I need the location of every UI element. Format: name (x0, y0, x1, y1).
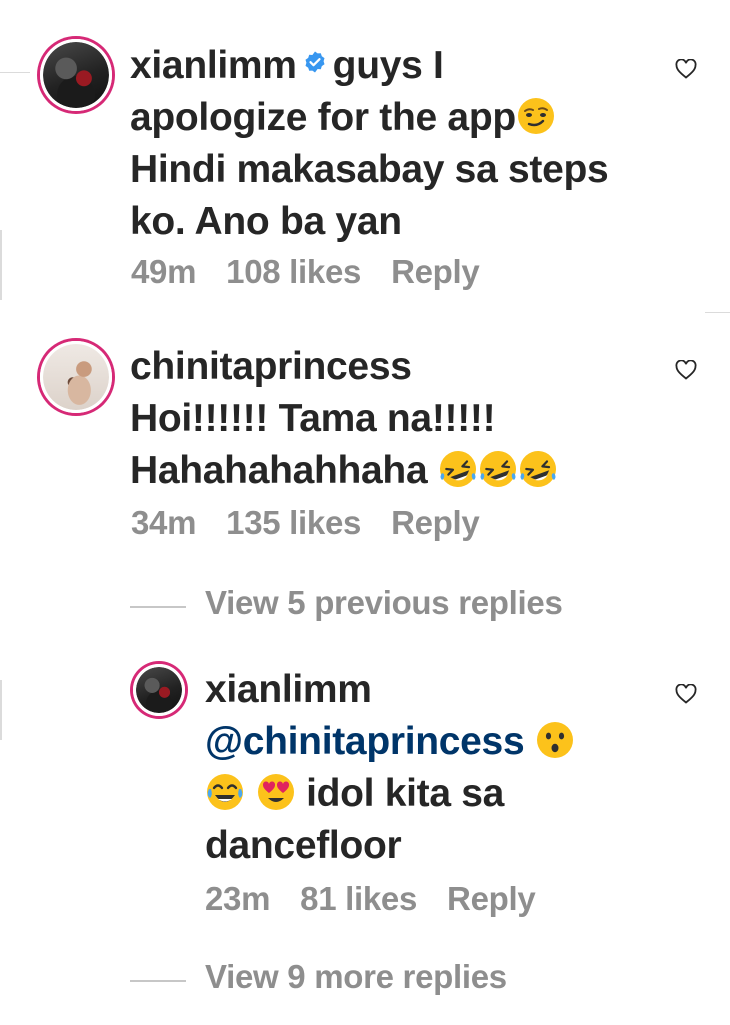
avatar[interactable] (133, 664, 185, 716)
comment-line: apologize for the app (130, 96, 516, 139)
comment-meta: 34m 135 likes Reply (131, 504, 509, 542)
reply-xianlimm: xianlimm @chinitaprincess idol kita sa d… (0, 645, 730, 935)
view-more-replies-label[interactable]: View 9 more replies (205, 958, 507, 995)
view-more-replies-button[interactable]: View 9 more replies (130, 958, 507, 996)
reply-button[interactable]: Reply (391, 253, 480, 290)
reply-body: xianlimm @chinitaprincess idol kita sa d… (205, 664, 645, 872)
likes-count[interactable]: 108 likes (226, 253, 361, 290)
avatar[interactable] (40, 341, 112, 413)
comment-line: Hindi makasabay sa steps (130, 148, 609, 191)
likes-count[interactable]: 135 likes (226, 504, 361, 541)
timestamp[interactable]: 23m (205, 880, 270, 917)
comment-line: ko. Ano ba yan (130, 200, 402, 243)
avatar-image (43, 42, 109, 108)
like-heart-icon[interactable] (675, 360, 697, 380)
like-heart-icon[interactable] (675, 684, 697, 704)
timestamp[interactable]: 49m (131, 253, 196, 290)
comment-body: xianlimm guys I apologize for the app Hi… (130, 40, 650, 248)
verified-badge-icon (305, 51, 325, 73)
rolling-laughing-emoji-icon (439, 451, 476, 487)
username[interactable]: chinitaprincess (130, 345, 412, 388)
like-heart-icon[interactable] (675, 59, 697, 79)
comment-line: Hoi!!!!!! Tama na!!!!! (130, 397, 496, 440)
username[interactable]: xianlimm (205, 668, 372, 711)
thread-divider-line (130, 980, 186, 982)
likes-count[interactable]: 81 likes (300, 880, 417, 917)
comment-body: chinitaprincess Hoi!!!!!! Tama na!!!!! H… (130, 341, 650, 497)
reply-button[interactable]: Reply (447, 880, 536, 917)
comment-meta: 49m 108 likes Reply (131, 253, 509, 291)
reply-line: idol kita sa (306, 772, 505, 815)
timestamp[interactable]: 34m (131, 504, 196, 541)
comment-chinitaprincess: chinitaprincess Hoi!!!!!! Tama na!!!!! H… (0, 320, 730, 570)
reply-line: dancefloor (205, 824, 402, 867)
hushed-emoji-icon (536, 722, 573, 758)
mention-link[interactable]: @chinitaprincess (205, 720, 525, 763)
rolling-laughing-emoji-icon (479, 451, 516, 487)
username[interactable]: xianlimm (130, 44, 297, 87)
tears-of-joy-emoji-icon (207, 774, 243, 810)
comment-xianlimm: xianlimm guys I apologize for the app Hi… (0, 0, 730, 320)
avatar-image (43, 344, 109, 410)
comment-line: Hahahahahhaha (130, 449, 428, 492)
heart-eyes-emoji-icon (257, 774, 294, 810)
comment-line: guys I (332, 44, 444, 87)
reply-meta: 23m 81 likes Reply (205, 880, 565, 918)
reply-button[interactable]: Reply (391, 504, 480, 541)
avatar[interactable] (40, 39, 112, 111)
view-previous-replies-label[interactable]: View 5 previous replies (205, 584, 563, 621)
smirk-emoji-icon (517, 98, 554, 134)
view-previous-replies-button[interactable]: View 5 previous replies (130, 584, 563, 622)
thread-divider-line (130, 606, 186, 608)
avatar-image (136, 667, 182, 713)
rolling-laughing-emoji-icon (519, 451, 556, 487)
